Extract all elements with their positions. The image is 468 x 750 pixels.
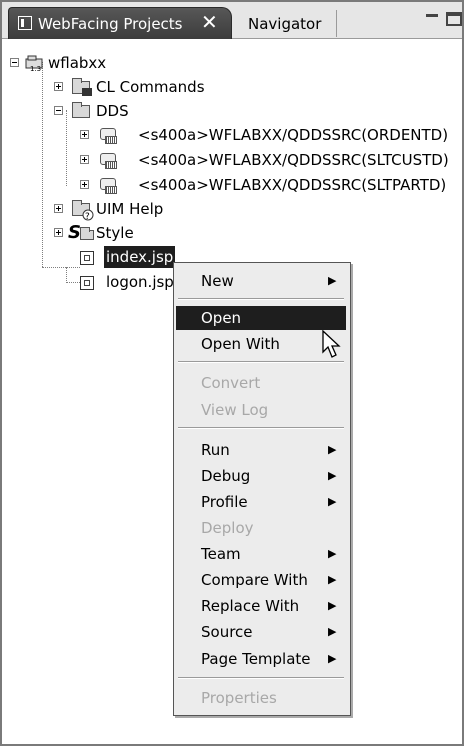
menu-item-label: Deploy [201,519,254,537]
menu-item-label: Team [201,545,241,563]
menu-separator [178,427,344,429]
dds-member-icon [100,178,117,194]
menu-item-label: Convert [201,374,261,392]
expand-icon[interactable] [80,155,89,164]
menu-item-source[interactable]: Source ▶ [176,620,346,644]
collapse-icon[interactable] [10,58,19,67]
submenu-arrow-icon: ▶ [328,274,337,287]
expand-icon[interactable] [80,180,89,189]
close-icon[interactable]: ✕ [201,10,218,34]
menu-item-page-template[interactable]: Page Template ▶ [176,647,346,671]
menu-item-label: Profile [201,493,248,511]
tree-item-label: logon.jsp [106,273,174,291]
maximize-icon[interactable] [446,12,462,26]
submenu-arrow-icon: ▶ [328,443,337,456]
submenu-arrow-icon: ▶ [328,625,337,638]
submenu-arrow-icon: ▶ [328,495,337,508]
menu-item-label: Open [201,309,242,327]
menu-item-convert: Convert [176,371,346,395]
expand-icon[interactable] [54,204,63,213]
jsp-file-icon [80,276,94,290]
tab-navigator[interactable]: Navigator [236,10,337,37]
collapse-icon[interactable] [54,106,63,115]
expand-icon[interactable] [80,130,89,139]
submenu-arrow-icon: ▶ [328,469,337,482]
submenu-arrow-icon: ▶ [328,599,337,612]
tree-connector [66,267,67,283]
menu-item-deploy: Deploy [176,516,346,540]
submenu-arrow-icon: ▶ [328,652,337,665]
menu-item-debug[interactable]: Debug ▶ [176,464,346,488]
jsp-file-icon [80,251,94,265]
menu-item-label: Properties [201,689,277,707]
tree-item-label: DDS [96,102,129,120]
tree-item-label: CL Commands [96,78,205,96]
menu-item-properties: Properties [176,686,346,710]
tree-item-label: <s400a>WFLABXX/QDDSSRC(ORDENTD) [138,126,449,144]
tab-label: WebFacing Projects [38,15,183,33]
menu-separator [178,677,344,679]
menu-item-label: Replace With [201,597,300,615]
menu-item-label: Page Template [201,650,311,668]
tree-item-label: index.jsp [104,246,176,268]
tree-connector [66,282,80,283]
menu-item-profile[interactable]: Profile ▶ [176,490,346,514]
menu-item-label: Run [201,441,230,459]
tree-connector [42,267,80,268]
menu-item-team[interactable]: Team ▶ [176,542,346,566]
tree-connector [66,110,67,186]
menu-item-compare-with[interactable]: Compare With ▶ [176,568,346,592]
tree-item-label: Style [96,224,134,242]
folder-icon [72,102,90,118]
commands-badge-icon [82,88,92,96]
tree-item-label: <s400a>WFLABXX/QDDSSRC(SLTPARTD) [138,176,447,194]
menu-item-label: View Log [201,401,269,419]
tab-webfacing-projects[interactable]: WebFacing Projects ✕ [8,7,232,39]
menu-item-label: Debug [201,467,251,485]
expand-icon[interactable] [54,228,63,237]
menu-item-replace-with[interactable]: Replace With ▶ [176,594,346,618]
view-icon [18,16,32,30]
menu-separator [178,361,344,363]
minimize-icon[interactable] [426,12,440,24]
svg-text:?: ? [85,212,90,221]
menu-item-view-log: View Log [176,398,346,422]
expand-icon[interactable] [54,82,63,91]
dds-member-icon [100,153,117,169]
menu-separator [178,298,344,300]
tree-item-label: UIM Help [96,200,164,218]
menu-item-label: New [201,272,234,290]
submenu-arrow-icon: ▶ [328,573,337,586]
menu-item-open-with[interactable]: Open With [176,332,346,356]
menu-item-new[interactable]: New ▶ [176,269,346,293]
tree-item-label: <s400a>WFLABXX/QDDSSRC(SLTCUSTD) [138,151,449,169]
menu-item-label: Source [201,623,253,641]
tree-item-label: wflabxx [48,54,107,72]
mouse-pointer-icon [322,330,341,358]
menu-item-label: Compare With [201,571,308,589]
dds-member-icon [100,128,117,144]
folder-icon [80,227,94,240]
project-icon: 1.3 [24,54,44,73]
menu-item-label: Open With [201,335,280,353]
svg-text:1.3: 1.3 [30,65,41,72]
menu-item-run[interactable]: Run ▶ [176,438,346,462]
tree-connector [42,62,43,267]
submenu-arrow-icon: ▶ [328,547,337,560]
menu-item-open[interactable]: Open [176,306,346,330]
tab-label: Navigator [248,15,322,33]
view-tab-bar: WebFacing Projects ✕ Navigator [2,2,462,39]
